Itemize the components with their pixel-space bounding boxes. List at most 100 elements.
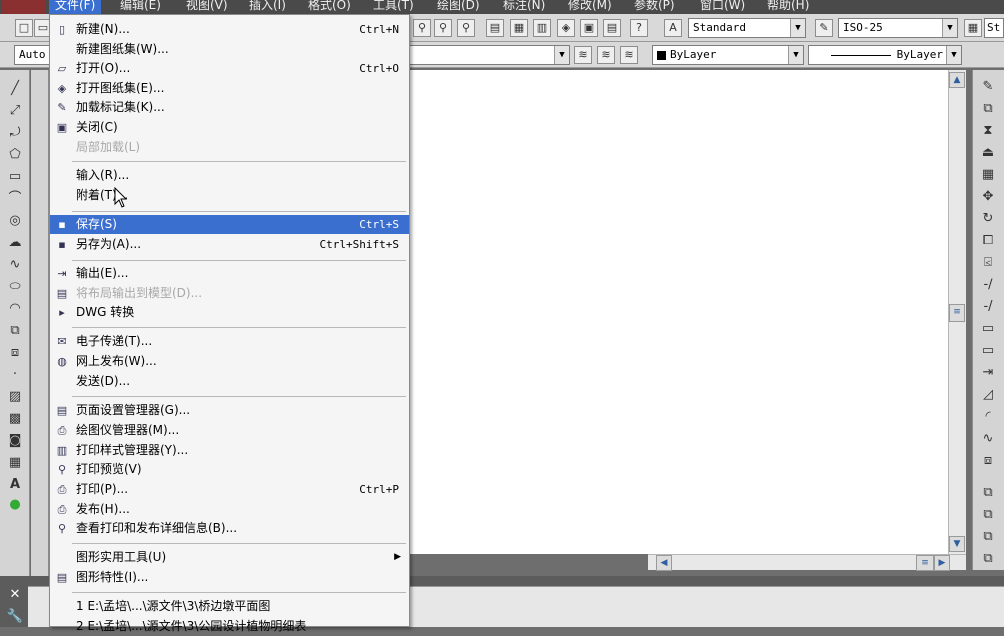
copy-icon[interactable]: ⧉ xyxy=(979,100,997,118)
menu-draw[interactable]: 绘图(D) xyxy=(437,0,480,14)
spline-icon[interactable]: ∿ xyxy=(6,256,24,274)
ellipse-icon[interactable]: ⬭ xyxy=(6,278,24,296)
table-style-icon[interactable]: ▦ xyxy=(964,19,982,37)
menu-edit[interactable]: 编辑(E) xyxy=(120,0,161,14)
erase-icon[interactable]: ✎ xyxy=(979,78,997,96)
chamfer-icon[interactable]: ◿ xyxy=(979,386,997,404)
layer-manager-icon[interactable]: ≋ xyxy=(574,46,592,64)
draworder-under-icon[interactable]: ⧉ xyxy=(979,550,997,568)
workspace-select[interactable]: Auto xyxy=(14,45,54,65)
add-selected-icon[interactable]: ● xyxy=(6,496,24,514)
move-icon[interactable]: ✥ xyxy=(979,188,997,206)
table-icon[interactable]: ▦ xyxy=(6,454,24,472)
file-menu-item[interactable]: ◍ 网上发布(W)... xyxy=(50,352,409,371)
file-menu-item[interactable]: ▥ 打印样式管理器(Y)... xyxy=(50,441,409,460)
file-menu-item[interactable]: ▣ 关闭(C) xyxy=(50,118,409,137)
drawing-area[interactable] xyxy=(398,70,948,554)
file-menu-item[interactable]: ⚲ 查看打印和发布详细信息(B)... xyxy=(50,519,409,538)
design-center-icon[interactable]: ▦ xyxy=(510,19,528,37)
hatch-icon[interactable]: ▨ xyxy=(6,388,24,406)
offset-icon[interactable]: ⏏ xyxy=(979,144,997,162)
menu-file[interactable]: 文件(F) xyxy=(49,0,102,14)
scroll-down-icon[interactable]: ▼ xyxy=(949,536,965,552)
xline-icon[interactable]: ⤢ xyxy=(6,102,24,120)
gradient-icon[interactable]: ▩ xyxy=(6,410,24,428)
revcloud-icon[interactable]: ☁ xyxy=(6,234,24,252)
horizontal-scrollbar[interactable]: ◀ ≡ ▶ xyxy=(648,554,966,571)
chevron-down-icon[interactable]: ▼ xyxy=(942,19,957,37)
menu-modify[interactable]: 修改(M) xyxy=(568,0,612,14)
file-menu-item[interactable]: ⎙ 打印(P)... Ctrl+P xyxy=(50,480,409,499)
tool-palette-icon[interactable]: ▥ xyxy=(533,19,551,37)
chevron-down-icon[interactable]: ▼ xyxy=(790,19,805,37)
menu-tools[interactable]: 工具(T) xyxy=(373,0,414,14)
menu-view[interactable]: 视图(V) xyxy=(186,0,228,14)
file-menu-item[interactable]: ✉ 电子传递(T)... xyxy=(50,332,409,351)
calculator-icon[interactable]: ▤ xyxy=(603,19,621,37)
rectangle-icon[interactable]: ▭ xyxy=(6,168,24,186)
scroll-hthumb-icon[interactable]: ≡ xyxy=(916,555,934,571)
file-menu-item[interactable]: 图形实用工具(U) ▶ xyxy=(50,548,409,567)
chevron-down-icon[interactable]: ▼ xyxy=(554,46,569,64)
file-menu-item[interactable]: ⇥ 输出(E)... xyxy=(50,264,409,283)
dim-style-icon[interactable]: ✎ xyxy=(815,19,833,37)
region-icon[interactable]: ◙ xyxy=(6,432,24,450)
linetype-select[interactable]: ByLayer ▼ xyxy=(808,45,962,65)
file-menu-item[interactable]: ⎙ 绘图仪管理器(M)... xyxy=(50,421,409,440)
file-menu-item[interactable]: ✎ 加载标记集(K)... xyxy=(50,98,409,117)
menu-dimension[interactable]: 标注(N) xyxy=(503,0,545,14)
line-icon[interactable]: ╱ xyxy=(6,80,24,98)
wrench-icon[interactable]: 🔧 xyxy=(6,608,24,626)
trim-icon[interactable]: -∕ xyxy=(979,276,997,294)
rotate-icon[interactable]: ↻ xyxy=(979,210,997,228)
file-menu-item[interactable]: 1 E:\孟培\...\源文件\3\桥边墩平面图 xyxy=(50,597,409,616)
help-icon[interactable]: ? xyxy=(630,19,648,37)
extend-icon[interactable]: -/ xyxy=(979,298,997,316)
file-menu-item[interactable]: ▯ 新建(N)... Ctrl+N xyxy=(50,20,409,39)
blend-icon[interactable]: ∿ xyxy=(979,430,997,448)
join-icon[interactable]: ⇥ xyxy=(979,364,997,382)
app-button[interactable] xyxy=(2,0,46,14)
scale-icon[interactable]: ⧠ xyxy=(979,232,997,250)
menu-help[interactable]: 帮助(H) xyxy=(767,0,809,14)
make-block-icon[interactable]: ⧈ xyxy=(6,344,24,362)
markup-icon[interactable]: ▣ xyxy=(580,19,598,37)
sheetset-icon[interactable]: ◈ xyxy=(557,19,575,37)
text-style-icon[interactable]: A xyxy=(664,19,682,37)
file-menu-item[interactable]: 新建图纸集(W)... xyxy=(50,40,409,59)
properties-icon[interactable]: ▤ xyxy=(486,19,504,37)
draworder-above-icon[interactable]: ⧉ xyxy=(979,528,997,546)
dim-style-select[interactable]: ISO-25 ▼ xyxy=(838,18,958,38)
layer-state-icon[interactable]: ≋ xyxy=(620,46,638,64)
break-icon[interactable]: ▭ xyxy=(979,342,997,360)
insert-block-icon[interactable]: ⧉ xyxy=(6,322,24,340)
mtext-icon[interactable]: A xyxy=(6,476,24,494)
ellipse-arc-icon[interactable]: ◠ xyxy=(6,300,24,318)
zoom-window-icon[interactable]: ⚲ xyxy=(434,19,452,37)
file-menu-item[interactable]: ▪ 另存为(A)... Ctrl+Shift+S xyxy=(50,235,409,254)
polygon-icon[interactable]: ⬠ xyxy=(6,146,24,164)
scroll-up-icon[interactable]: ▲ xyxy=(949,72,965,88)
file-menu-item[interactable]: ▸ DWG 转换 xyxy=(50,303,409,322)
polyline-icon[interactable]: ⤾ xyxy=(6,124,24,142)
menu-format[interactable]: 格式(O) xyxy=(308,0,351,14)
table-style-select[interactable]: St xyxy=(984,18,1004,38)
layer-select[interactable]: ▼ xyxy=(400,45,570,65)
draworder-back-icon[interactable]: ⧉ xyxy=(979,506,997,524)
file-menu-item[interactable]: 输入(R)... xyxy=(50,166,409,185)
vertical-scrollbar[interactable]: ▲ ≡ ▼ xyxy=(948,70,966,554)
scroll-left-icon[interactable]: ◀ xyxy=(656,555,672,571)
chevron-down-icon[interactable]: ▼ xyxy=(788,46,803,64)
file-menu-item[interactable]: ▪ 保存(S) Ctrl+S xyxy=(50,215,409,234)
zoom-previous-icon[interactable]: ⚲ xyxy=(457,19,475,37)
layer-previous-icon[interactable]: ≋ xyxy=(597,46,615,64)
zoom-realtime-icon[interactable]: ⚲ xyxy=(413,19,431,37)
file-menu-item[interactable]: 附着(T)... xyxy=(50,186,409,205)
file-menu-item[interactable]: ▱ 打开(O)... Ctrl+O xyxy=(50,59,409,78)
file-menu-item[interactable]: ▤ 图形特性(I)... xyxy=(50,568,409,587)
file-menu-item[interactable]: ⚲ 打印预览(V) xyxy=(50,460,409,479)
file-menu-item[interactable]: ◈ 打开图纸集(E)... xyxy=(50,79,409,98)
point-icon[interactable]: · xyxy=(6,366,24,384)
menu-insert[interactable]: 插入(I) xyxy=(249,0,286,14)
color-select[interactable]: ByLayer ▼ xyxy=(652,45,804,65)
